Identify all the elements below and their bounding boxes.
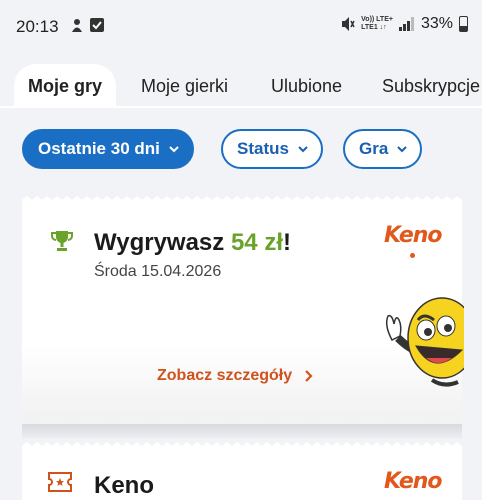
keno-logo-text: Keno [384,223,443,248]
period-filter-chip[interactable]: Ostatnie 30 dni [22,129,194,169]
see-details-label: Zobacz szczegóły [157,367,293,384]
tab-ulubione[interactable]: Ulubione [271,64,342,108]
status-bar: 20:13 Vo)) LTE+ LTE1 ↓↑ 33% [0,0,482,52]
mute-icon [342,17,355,31]
win-title: Wygrywasz 54 zł! [94,229,291,257]
tab-bar: Moje gry Moje gierki Ulubione Subskrypcj… [0,64,482,108]
game-filter-label: Gra [359,139,389,158]
network-bottom-label: LTE1 ↓↑ [361,24,387,31]
status-filter-label: Status [237,139,289,158]
status-time: 20:13 [16,17,59,36]
network-indicator: Vo)) LTE+ LTE1 ↓↑ [361,16,393,32]
win-amount: 54 zł [230,229,283,256]
ticket-icon [48,472,72,492]
chevron-down-icon [169,146,179,153]
battery-icon [459,16,468,32]
keno-logo: Keno [384,469,443,494]
network-top-label: Vo)) LTE+ [361,16,393,23]
notification-icon [72,19,82,32]
status-filter-chip[interactable]: Status [221,129,323,169]
card-bottom-edge [22,414,462,424]
signal-icon [398,17,414,31]
win-title-prefix: Wygrywasz [94,229,231,256]
keno-logo: Keno [384,223,443,258]
tab-moje-gierki[interactable]: Moje gierki [141,64,228,108]
checkbox-notification-icon [90,18,104,32]
card-shadow [22,424,462,438]
keno-ticket-card[interactable]: Keno Keno [22,451,462,500]
see-details-link[interactable]: Zobacz szczegóły [157,367,314,385]
trophy-icon [51,231,73,251]
game-filter-chip[interactable]: Gra [343,129,423,169]
win-title-suffix: ! [282,229,291,256]
chevron-down-icon [298,146,308,153]
ticket-date: Środa 15.04.2026 [94,263,222,280]
chevron-right-icon [305,370,313,382]
ticket-title: Keno [94,472,154,499]
battery-percent: 33% [420,15,453,32]
keno-mascot-image [385,297,464,387]
keno-logo-text: Keno [384,469,443,494]
chevron-down-icon [397,146,408,153]
win-ticket-card[interactable]: Wygrywasz 54 zł! Środa 15.04.2026 Keno Z… [22,205,464,415]
tab-moje-gry[interactable]: Moje gry [14,64,117,108]
tab-underline [0,106,482,108]
tab-subskrypcje[interactable]: Subskrypcje [382,64,480,108]
period-filter-label: Ostatnie 30 dni [38,139,160,158]
